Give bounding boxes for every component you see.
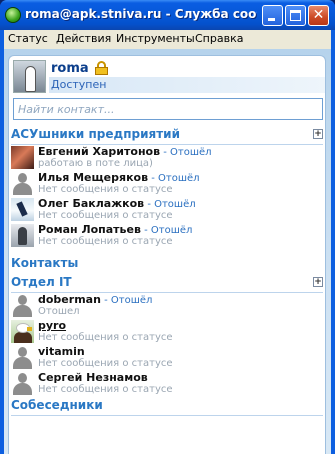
contact-name: pyro: [38, 319, 67, 332]
contact-avatar: [11, 146, 34, 169]
contact-row[interactable]: Илья Мещеряков - Отошёл Нет сообщения о …: [9, 171, 325, 197]
default-user-icon: [11, 346, 34, 369]
client-area: roma Доступен АСУшники предприятий + Евг…: [4, 49, 331, 454]
contact-status: Отошёл: [110, 295, 153, 306]
group-title: Отдел IT: [11, 275, 72, 289]
contact-name: Евгений Харитонов: [38, 145, 161, 158]
contact-message: Нет сообщения о статусе: [38, 210, 173, 221]
contact-message: Нет сообщения о статусе: [38, 236, 173, 247]
chess-piece-image: [25, 66, 36, 92]
contact-row[interactable]: Олег Баклажков - Отошёл Нет сообщения о …: [9, 197, 325, 223]
close-button[interactable]: ✕: [308, 5, 329, 26]
contact-row[interactable]: Роман Лопатьев - Отошёл Нет сообщения о …: [9, 223, 325, 249]
contact-name: doberman: [38, 293, 101, 306]
contact-panel: roma Доступен АСУшники предприятий + Евг…: [8, 55, 326, 454]
search-input[interactable]: [13, 98, 323, 120]
contact-row[interactable]: pyro Нет сообщения о статусе: [9, 319, 325, 345]
contact-avatar: [11, 320, 34, 343]
group-title: АСУшники предприятий: [11, 127, 180, 141]
group-title: Собеседники: [11, 398, 103, 412]
contact-message: Отошел: [38, 306, 80, 317]
menu-bar: Статус Действия Инструменты Справка: [4, 30, 331, 49]
lock-icon: [95, 61, 108, 75]
contact-message: Нет сообщения о статусе: [38, 332, 173, 343]
menu-actions[interactable]: Действия: [56, 32, 111, 45]
contact-status: Отошёл: [158, 173, 200, 184]
contact-row[interactable]: vitamin Нет сообщения о статусе: [9, 345, 325, 371]
window-title: roma@apk.stniva.ru - Служба сооб…: [25, 7, 257, 21]
app-icon: [5, 7, 21, 23]
minimize-icon: [268, 18, 275, 21]
contact-name: vitamin: [38, 345, 85, 358]
contact-status: Отошёл: [150, 225, 193, 236]
group-header-asu[interactable]: АСУшники предприятий +: [9, 126, 325, 145]
contact-message: Нет сообщения о статусе: [38, 358, 173, 369]
default-user-icon: [11, 372, 34, 395]
maximize-icon: [290, 10, 301, 21]
group-header-conversations[interactable]: Собеседники: [9, 397, 325, 416]
group-title: Контакты: [11, 256, 79, 270]
status-selector[interactable]: Доступен: [49, 77, 325, 93]
messenger-window: roma@apk.stniva.ru - Служба сооб… ✕ Стат…: [0, 0, 335, 454]
contact-name: Роман Лопатьев: [38, 223, 141, 236]
contact-avatar: [11, 198, 34, 221]
contact-status: Отошёл: [170, 147, 212, 158]
close-icon: ✕: [312, 7, 325, 23]
contact-status: Отошёл: [154, 199, 196, 210]
group-header-it[interactable]: Отдел IT +: [9, 274, 325, 293]
contact-name: Сергей Незнамов: [38, 371, 148, 384]
menu-help[interactable]: Справка: [195, 32, 243, 45]
minimize-button[interactable]: [262, 5, 283, 26]
contact-row[interactable]: Евгений Харитонов - Отошёл работаю в пот…: [9, 145, 325, 171]
profile-avatar[interactable]: [13, 60, 46, 93]
profile-name: roma: [51, 61, 89, 76]
group-header-contacts[interactable]: Контакты: [9, 255, 325, 274]
contact-message: Нет сообщения о статусе: [38, 184, 173, 195]
contact-avatar: [11, 224, 34, 247]
contact-row[interactable]: doberman - Отошёл Отошел: [9, 293, 325, 319]
contact-list: АСУшники предприятий + Евгений Харитонов…: [9, 126, 325, 416]
menu-status[interactable]: Статус: [8, 32, 48, 45]
expand-icon[interactable]: +: [313, 277, 323, 287]
status-label: Доступен: [51, 78, 107, 91]
expand-icon[interactable]: +: [313, 129, 323, 139]
contact-name: Илья Мещеряков: [38, 171, 149, 184]
contact-message: работаю в поте лица): [38, 158, 153, 169]
maximize-button[interactable]: [285, 5, 306, 26]
default-user-icon: [11, 172, 34, 195]
menu-tools[interactable]: Инструменты: [116, 32, 195, 45]
default-user-icon: [11, 294, 34, 317]
contact-name: Олег Баклажков: [38, 197, 145, 210]
contact-row[interactable]: Сергей Незнамов Нет сообщения о статусе: [9, 371, 325, 397]
contact-message: Нет сообщения о статусе: [38, 384, 173, 395]
title-bar[interactable]: roma@apk.stniva.ru - Служба сооб… ✕: [0, 0, 335, 30]
